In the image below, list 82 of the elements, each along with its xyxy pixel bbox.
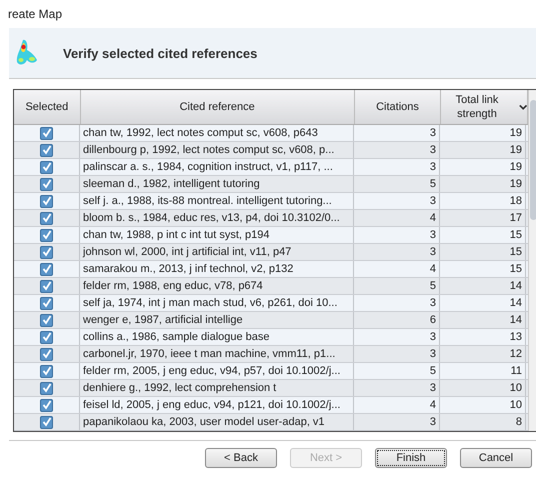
table-cell: 4 [354, 261, 440, 277]
column-header[interactable]: Selected [14, 90, 81, 124]
checkbox[interactable] [40, 212, 53, 224]
table-cell: 3 [354, 227, 440, 243]
table-cell: chan tw, 1988, p int c int tut syst, p194 [80, 227, 354, 243]
table-cell: 5 [354, 176, 440, 192]
table-cell: 3 [354, 193, 440, 209]
checkbox[interactable] [40, 144, 53, 156]
checkbox[interactable] [40, 416, 53, 428]
table-cell: 4 [354, 210, 440, 226]
table-cell: 19 [440, 176, 526, 192]
table-cell: 15 [440, 227, 526, 243]
checkbox[interactable] [40, 330, 53, 344]
table-cell: felder rm, 2005, j eng educ, v94, p57, doi 10.1002/j... [80, 363, 354, 379]
table-cell: 15 [440, 261, 526, 277]
table-cell: self ja, 1974, int j man mach stud, v6, p261, doi 10... [80, 295, 354, 311]
checkbox[interactable] [40, 194, 53, 208]
table-cell: wenger e, 1987, artificial intellige [80, 312, 354, 328]
table-cell: 5 [354, 278, 440, 294]
table-cell: feisel ld, 2005, j eng educ, v94, p121, doi 10.1002/j... [80, 397, 354, 413]
table-cell: papanikolaou ka, 2003, user model user-adap, v1 [80, 414, 354, 430]
table-cell: 19 [440, 125, 526, 141]
wizard-button[interactable]: Finish [375, 448, 447, 468]
table-cell: 3 [354, 159, 440, 175]
table-cell: 19 [440, 159, 526, 175]
checkbox[interactable] [40, 382, 53, 394]
table-cell: 4 [354, 397, 440, 413]
window-title: reate Map [8, 7, 62, 21]
table-cell: 5 [354, 363, 440, 379]
table-cell: 14 [440, 312, 526, 328]
table-cell: 6 [354, 312, 440, 328]
table-cell: bloom b. s., 1984, educ res, v13, p4, doi 10.3102/0... [80, 210, 354, 226]
wizard-button[interactable]: < Back [205, 448, 277, 468]
table-cell: 8 [440, 414, 526, 430]
table-cell: 3 [354, 414, 440, 430]
table-cell: felder rm, 1988, eng educ, v78, p674 [80, 278, 354, 294]
table-cell: samarakou m., 2013, j inf technol, v2, p132 [80, 261, 354, 277]
table-cell: 19 [440, 142, 526, 158]
table-cell: sleeman d., 1982, intelligent tutoring [80, 176, 354, 192]
table-cell: 10 [440, 397, 526, 413]
checkbox[interactable] [40, 364, 53, 378]
table-cell: 3 [354, 346, 440, 362]
table-cell: denhiere g., 1992, lect comprehension t [80, 380, 354, 396]
checkbox[interactable] [40, 296, 53, 310]
scrollbar[interactable] [528, 90, 536, 431]
table-cell: johnson wl, 2000, int j artificial int, v11, p47 [80, 244, 354, 260]
sort-chevron-icon [518, 104, 527, 110]
table-cell: 18 [440, 193, 526, 209]
checkbox[interactable] [40, 398, 53, 412]
page-heading: Verify selected cited references [63, 46, 258, 60]
table-cell: chan tw, 1992, lect notes comput sc, v608, p643 [80, 125, 354, 141]
table-cell: 3 [354, 125, 440, 141]
table-cell: carbonel.jr, 1970, ieee t man machine, vmm11, p1... [80, 346, 354, 362]
checkbox[interactable] [40, 314, 53, 326]
table-cell: 3 [354, 329, 440, 345]
table-cell: 10 [440, 380, 526, 396]
table-cell: 17 [440, 210, 526, 226]
table-cell: 3 [354, 380, 440, 396]
checkbox[interactable] [40, 160, 53, 174]
checkbox[interactable] [40, 126, 53, 140]
table-cell: 3 [354, 295, 440, 311]
wizard-button[interactable]: Cancel [460, 448, 532, 468]
checkbox[interactable] [40, 262, 53, 276]
table-cell: 12 [440, 346, 526, 362]
checkbox[interactable] [40, 246, 53, 258]
table-cell: 15 [440, 244, 526, 260]
table-cell: palinscar a. s., 1984, cognition instruct, v1, p117, ... [80, 159, 354, 175]
checkbox[interactable] [40, 348, 53, 360]
table-cell: 14 [440, 295, 526, 311]
table-cell: dillenbourg p, 1992, lect notes comput sc, v608, p... [80, 142, 354, 158]
checkbox[interactable] [40, 280, 53, 292]
column-header[interactable]: Citations [354, 90, 442, 124]
table-cell: 11 [440, 363, 526, 379]
checkbox[interactable] [40, 178, 53, 190]
table-cell: collins a., 1986, sample dialogue base [80, 329, 354, 345]
table-cell: 14 [440, 278, 526, 294]
table-cell: 13 [440, 329, 526, 345]
column-header[interactable]: Cited reference [80, 90, 355, 124]
table-cell: 3 [354, 142, 440, 158]
table-cell: 3 [354, 244, 440, 260]
checkbox[interactable] [40, 228, 53, 242]
table-cell: self j. a., 1988, its-88 montreal. intelligent tutoring... [80, 193, 354, 209]
